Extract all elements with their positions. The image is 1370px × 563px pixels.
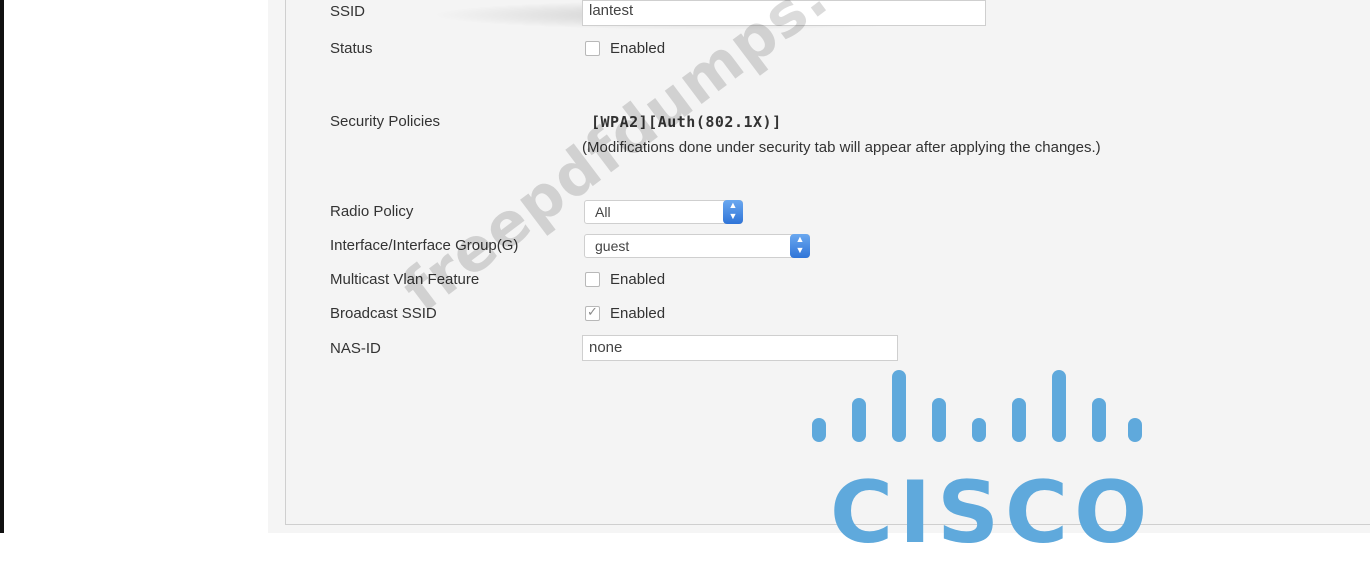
multicast-vlan-row: Enabled <box>585 271 665 288</box>
radio-policy-label: Radio Policy <box>330 203 414 220</box>
status-checkbox[interactable] <box>585 41 600 56</box>
cisco-logo-bars-icon <box>812 370 1142 442</box>
cisco-logo-text: CISCO <box>830 463 1154 563</box>
select-arrows-icon: ▲ ▼ <box>723 200 743 224</box>
security-policies-label: Security Policies <box>330 113 441 130</box>
nas-id-field[interactable]: none <box>582 335 898 361</box>
status-label: Status <box>330 40 373 57</box>
left-border <box>0 0 4 533</box>
status-checkbox-label: Enabled <box>610 40 666 57</box>
broadcast-ssid-checkbox[interactable] <box>585 304 600 321</box>
radio-policy-select[interactable]: All ▲ ▼ <box>584 200 743 224</box>
status-row: Enabled <box>585 40 665 57</box>
ssid-label: SSID <box>330 3 366 20</box>
interface-group-select[interactable]: guest ▲ ▼ <box>584 234 810 258</box>
nas-id-label: NAS-ID <box>330 340 381 357</box>
multicast-vlan-checkbox-label: Enabled <box>610 271 666 288</box>
radio-policy-selected: All <box>595 204 611 220</box>
broadcast-ssid-row: Enabled <box>585 304 666 322</box>
interface-group-selected: guest <box>595 238 630 254</box>
select-arrows-icon: ▲ ▼ <box>790 234 810 258</box>
multicast-vlan-checkbox[interactable] <box>585 272 600 287</box>
broadcast-ssid-checkbox-label: Enabled <box>610 305 666 322</box>
